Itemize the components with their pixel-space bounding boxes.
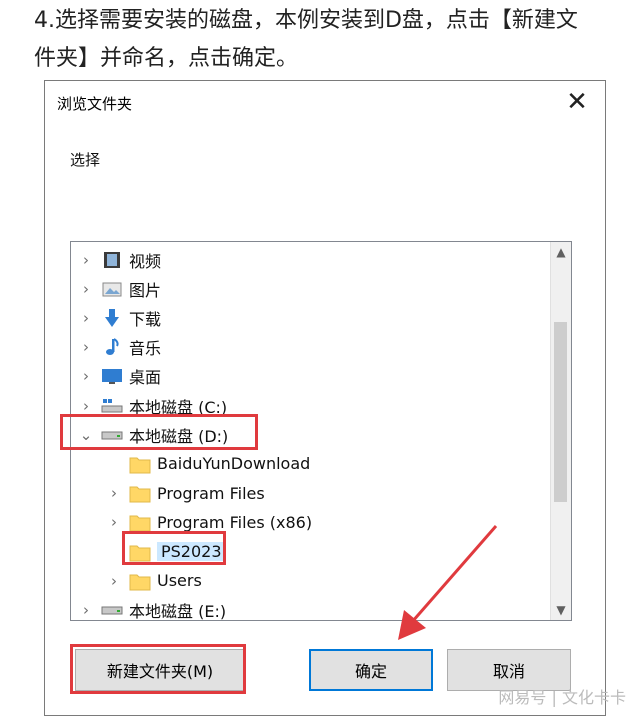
watermark: 网易号 | 文化卡卡 <box>498 688 626 707</box>
chevron-right-icon[interactable]: › <box>79 338 93 356</box>
tree-item-label: Program Files <box>157 483 265 503</box>
downloads-icon <box>101 308 123 328</box>
dialog-title: 浏览文件夹 <box>57 95 133 113</box>
scroll-thumb[interactable] <box>554 322 567 502</box>
chevron-right-icon[interactable]: › <box>79 397 93 415</box>
tree-item-label: Users <box>157 571 202 591</box>
chevron-right-icon[interactable]: › <box>79 251 93 269</box>
chevron-right-icon[interactable]: › <box>107 484 121 502</box>
tree-item[interactable]: › 图片 <box>71 274 161 303</box>
drive-icon <box>101 600 123 620</box>
tree-item[interactable]: › 音乐 <box>71 333 161 362</box>
chevron-down-icon[interactable]: ⌄ <box>79 426 93 444</box>
scroll-up-arrow-icon[interactable]: ▲ <box>551 242 571 262</box>
tree-item[interactable]: › Program Files (x86) <box>71 508 312 537</box>
chevron-right-icon[interactable]: › <box>79 309 93 327</box>
instruction-line-1: 4.选择需要安装的磁盘，本例安装到D盘，点击【新建文 <box>34 8 578 33</box>
tree-item[interactable]: › 下载 <box>71 303 161 332</box>
tree-item[interactable]: › Users <box>71 566 202 595</box>
tree-item[interactable]: ⌄ 本地磁盘 (D:) <box>71 420 229 449</box>
new-folder-button[interactable]: 新建文件夹(M) <box>75 649 245 691</box>
close-button[interactable]: ✕ <box>559 87 595 117</box>
folder-icon <box>129 542 151 562</box>
tree-item-label: BaiduYunDownload <box>157 454 311 474</box>
tree-item[interactable]: › Program Files <box>71 479 265 508</box>
chevron-placeholder <box>107 457 121 471</box>
tree-item-label: 图片 <box>129 280 162 300</box>
tree-item[interactable]: › 视频 <box>71 245 161 274</box>
tree-scrollbar[interactable]: ▲ ▼ <box>550 242 571 620</box>
chevron-right-icon[interactable]: › <box>107 572 121 590</box>
tree-item-label: 音乐 <box>129 339 162 359</box>
tree-item-label: 桌面 <box>129 368 162 388</box>
chevron-right-icon[interactable]: › <box>79 367 93 385</box>
tree-item-label: 本地磁盘 (C:) <box>129 397 228 417</box>
folder-icon <box>129 454 151 474</box>
folder-icon <box>129 571 151 591</box>
folder-tree[interactable]: › 视频 › 图片 › 下载 › 音乐 › 桌面 › 本地磁盘 (C:) ⌄ 本地磁盘 (D:) Baidu… <box>70 241 572 621</box>
tree-item[interactable]: BaiduYunDownload <box>71 449 310 478</box>
chevron-right-icon[interactable]: › <box>107 513 121 531</box>
tree-item[interactable]: PS2023 <box>71 537 226 566</box>
tree-item[interactable]: › 本地磁盘 (E:) <box>71 595 227 621</box>
browse-folder-dialog: 浏览文件夹 ✕ 选择 › 视频 › 图片 › 下载 › 音乐 › 桌面 › 本地磁盘 (C:) ⌄ 本地磁… <box>44 80 606 716</box>
tree-item-label: 下载 <box>129 309 162 329</box>
folder-icon <box>129 512 151 532</box>
prompt-label: 选择 <box>70 151 101 169</box>
tree-item-label: 视频 <box>129 251 162 271</box>
pictures-library-icon <box>101 279 123 299</box>
folder-tree-rows: › 视频 › 图片 › 下载 › 音乐 › 桌面 › 本地磁盘 (C:) ⌄ 本地磁盘 (D:) Baidu… <box>71 242 551 621</box>
desktop-icon <box>101 366 123 386</box>
folder-icon <box>129 483 151 503</box>
chevron-right-icon[interactable]: › <box>79 601 93 619</box>
tree-item[interactable]: › 桌面 <box>71 362 161 391</box>
system-drive-icon <box>101 396 123 416</box>
chevron-right-icon[interactable]: › <box>79 280 93 298</box>
instruction-text: 4.选择需要安装的磁盘，本例安装到D盘，点击【新建文 件夹】并命名，点击确定。 <box>34 2 624 78</box>
drive-icon <box>101 425 123 445</box>
video-library-icon <box>101 250 123 270</box>
tree-item-label: 本地磁盘 (E:) <box>129 601 227 621</box>
tree-item-label: PS2023 <box>157 542 226 561</box>
ok-button[interactable]: 确定 <box>309 649 433 691</box>
tree-item-label: Program Files (x86) <box>157 512 313 532</box>
tree-item-label: 本地磁盘 (D:) <box>129 426 229 446</box>
scroll-down-arrow-icon[interactable]: ▼ <box>551 600 571 620</box>
instruction-line-2: 件夹】并命名，点击确定。 <box>34 46 299 71</box>
chevron-placeholder <box>107 545 121 559</box>
close-icon: ✕ <box>566 87 588 117</box>
tree-item[interactable]: › 本地磁盘 (C:) <box>71 391 227 420</box>
music-note-icon <box>101 337 123 357</box>
